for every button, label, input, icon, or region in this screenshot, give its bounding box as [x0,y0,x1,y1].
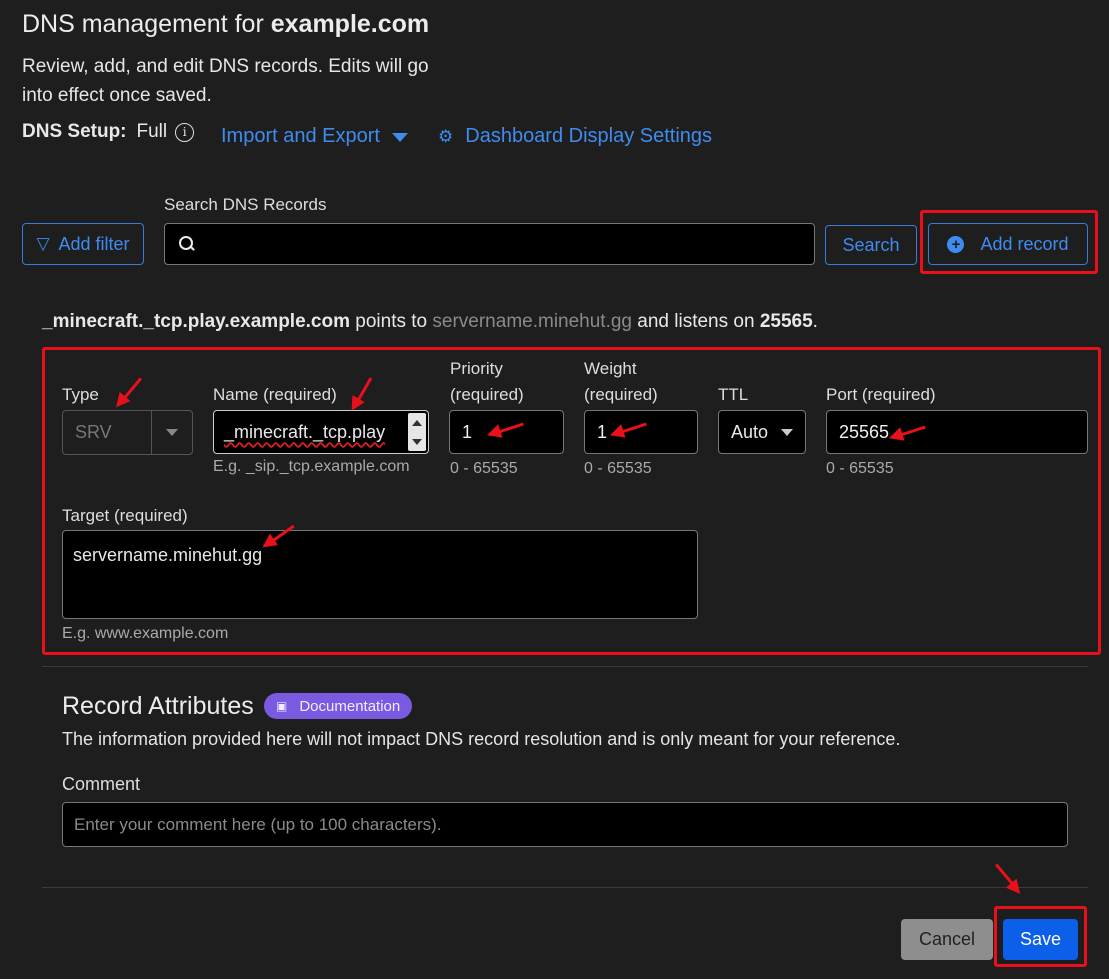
priority-label-line1: Priority [450,359,503,378]
search-icon [179,236,195,252]
import-export-label: Import and Export [221,125,380,147]
record-attributes-heading: Record Attributes [62,692,254,720]
add-filter-button[interactable]: ▽ Add filter [22,223,144,265]
scroll-stepper[interactable] [408,413,426,451]
annotation-highlight-save [994,906,1087,967]
weight-label: Weight (required) [584,356,658,408]
page-title-prefix: DNS management for [22,10,264,38]
search-label: Search DNS Records [164,195,327,214]
cancel-button[interactable]: Cancel [901,919,993,960]
comment-field[interactable] [62,802,1068,847]
name-label: Name (required) [213,385,337,404]
chevron-down-icon [781,428,793,436]
target-value: servername.minehut.gg [73,545,263,565]
search-input[interactable] [164,223,815,265]
import-export-dropdown[interactable]: Import and Export [221,125,408,148]
summary-target: servername.minehut.gg [432,311,632,332]
ttl-value: Auto [731,421,769,442]
target-textarea[interactable]: servername.minehut.gg [62,530,698,619]
dashboard-display-settings-label: Dashboard Display Settings [465,125,713,147]
ttl-label: TTL [718,385,749,404]
port-label: Port (required) [826,385,936,404]
target-hint: E.g. www.example.com [62,625,229,642]
summary-name: _minecraft._tcp.play.example.com [42,311,350,332]
info-icon[interactable]: i [175,122,195,142]
summary-points-to: points to [355,311,428,332]
gear-icon: ⚙ [438,126,454,146]
port-value: 25565 [839,421,890,442]
type-label: Type [62,385,99,404]
filter-icon: ▽ [36,234,50,253]
annotation-highlight-add-record [920,210,1098,274]
weight-hint: 0 - 65535 [584,460,652,477]
weight-label-line1: Weight [584,359,637,378]
name-hint: E.g. _sip._tcp.example.com [213,458,410,475]
record-attributes-description: The information provided here will not i… [62,729,901,749]
caret-down-icon [391,133,408,142]
add-filter-label: Add filter [58,233,130,254]
summary-listens-on: and listens on [637,311,755,332]
section-divider [42,666,1088,667]
weight-input[interactable]: 1 [584,410,698,454]
priority-value: 1 [462,421,473,442]
dns-setup-label: DNS Setup: [22,121,127,142]
target-label: Target (required) [62,506,188,525]
chevron-down-icon [152,411,192,454]
book-icon: ▣ [276,699,288,713]
page-title-domain: example.com [270,10,430,38]
name-value: _minecraft._tcp.play [224,421,386,442]
type-select: SRV [62,410,193,455]
port-input[interactable]: 25565 [826,410,1088,454]
summary-period: . [812,311,818,332]
priority-label-line2: (required) [450,385,524,404]
port-hint: 0 - 65535 [826,460,894,477]
documentation-badge[interactable]: ▣ Documentation [264,693,412,719]
ttl-select[interactable]: Auto [718,410,806,454]
weight-label-line2: (required) [584,385,658,404]
dashboard-display-settings-link[interactable]: ⚙ Dashboard Display Settings [438,125,712,148]
record-summary: _minecraft._tcp.play.example.com points … [42,311,818,333]
page-title: DNS management for example.com [22,10,429,39]
name-input[interactable]: _minecraft._tcp.play [213,410,429,454]
dns-setup-value: Full [136,121,168,142]
comment-input[interactable] [74,814,1067,835]
search-button[interactable]: Search [825,225,917,265]
priority-label: Priority (required) [450,356,524,408]
type-value: SRV [63,411,152,454]
comment-label: Comment [62,774,141,794]
page-description: Review, add, and edit DNS records. Edits… [22,56,429,106]
summary-port: 25565 [759,311,813,332]
dns-setup: DNS Setup: Full i [22,121,195,143]
priority-hint: 0 - 65535 [450,460,518,477]
section-divider [42,887,1088,888]
documentation-label: Documentation [299,697,401,715]
weight-value: 1 [597,421,608,442]
priority-input[interactable]: 1 [449,410,564,454]
